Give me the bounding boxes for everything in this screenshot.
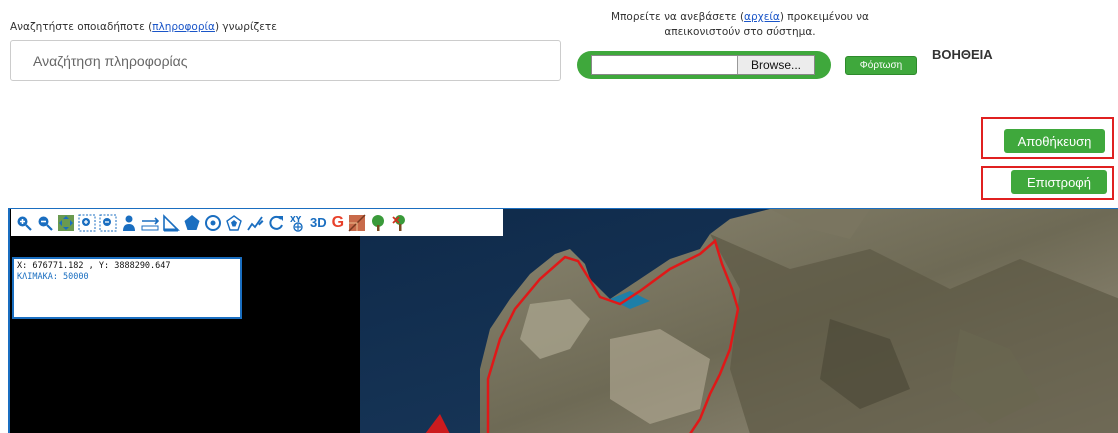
buffer-icon[interactable] xyxy=(224,212,244,234)
refresh-icon[interactable] xyxy=(266,212,286,234)
draw-icon[interactable] xyxy=(245,212,265,234)
polygon-icon[interactable] xyxy=(182,212,202,234)
forest-icon[interactable] xyxy=(389,212,409,234)
zoom-box-in-icon[interactable] xyxy=(77,212,97,234)
scale-readout: ΚΛΙΜΑΚΑ: 50000 xyxy=(17,272,89,282)
tree-icon[interactable] xyxy=(368,212,388,234)
zoom-box-out-icon[interactable] xyxy=(98,212,118,234)
coordinates-readout: X: 676771.182 , Y: 3888290.647 xyxy=(17,261,171,271)
help-link[interactable]: ΒΟΗΘΕΙΑ xyxy=(932,47,993,62)
coordinates-panel: X: 676771.182 , Y: 3888290.647 ΚΛΙΜΑΚΑ: … xyxy=(12,257,242,319)
search-intro-text: Αναζητήστε οποιαδήποτε (πληροφορία) γνωρ… xyxy=(10,21,277,33)
info-link[interactable]: πληροφορία xyxy=(152,21,215,33)
cadastre-icon[interactable] xyxy=(347,212,367,234)
svg-text:XY: XY xyxy=(290,215,302,224)
3d-view-icon[interactable]: 3D xyxy=(308,212,329,234)
zoom-out-icon[interactable] xyxy=(35,212,55,234)
map-viewer[interactable]: XY 3D G X: 676771.182 , Y: 3888290.647 Κ… xyxy=(8,208,1118,433)
search-box xyxy=(10,40,561,81)
browse-button[interactable]: Browse... xyxy=(738,56,814,74)
files-link[interactable]: αρχεία xyxy=(744,11,780,23)
pan-icon[interactable] xyxy=(56,212,76,234)
save-button[interactable]: Αποθήκευση xyxy=(1004,129,1105,153)
page: Αναζητήστε οποιαδήποτε (πληροφορία) γνωρ… xyxy=(0,0,1118,433)
file-name-field[interactable] xyxy=(592,56,738,74)
upload-button[interactable]: Φόρτωση xyxy=(845,56,917,75)
map-toolbar: XY 3D G xyxy=(11,209,503,236)
search-intro-prefix: Αναζητήστε οποιαδήποτε ( xyxy=(10,21,153,33)
search-input[interactable] xyxy=(11,41,560,80)
zoom-in-icon[interactable] xyxy=(14,212,34,234)
back-button[interactable]: Επιστροφή xyxy=(1011,170,1107,194)
file-upload-wrapper: Browse... xyxy=(577,51,831,79)
search-intro-suffix: ) γνωρίζετε xyxy=(214,21,277,33)
circle-icon[interactable] xyxy=(203,212,223,234)
measure-line-icon[interactable] xyxy=(140,212,160,234)
goto-xy-icon[interactable]: XY xyxy=(287,212,307,234)
satellite-map[interactable] xyxy=(10,209,1118,433)
measure-area-icon[interactable] xyxy=(161,212,181,234)
upload-intro-text: Μπορείτε να ανεβάσετε (αρχεία) προκειμέν… xyxy=(600,10,880,40)
google-icon[interactable]: G xyxy=(330,212,346,234)
file-input[interactable]: Browse... xyxy=(591,55,815,75)
street-view-icon[interactable] xyxy=(119,212,139,234)
upload-intro-prefix: Μπορείτε να ανεβάσετε ( xyxy=(611,11,745,23)
